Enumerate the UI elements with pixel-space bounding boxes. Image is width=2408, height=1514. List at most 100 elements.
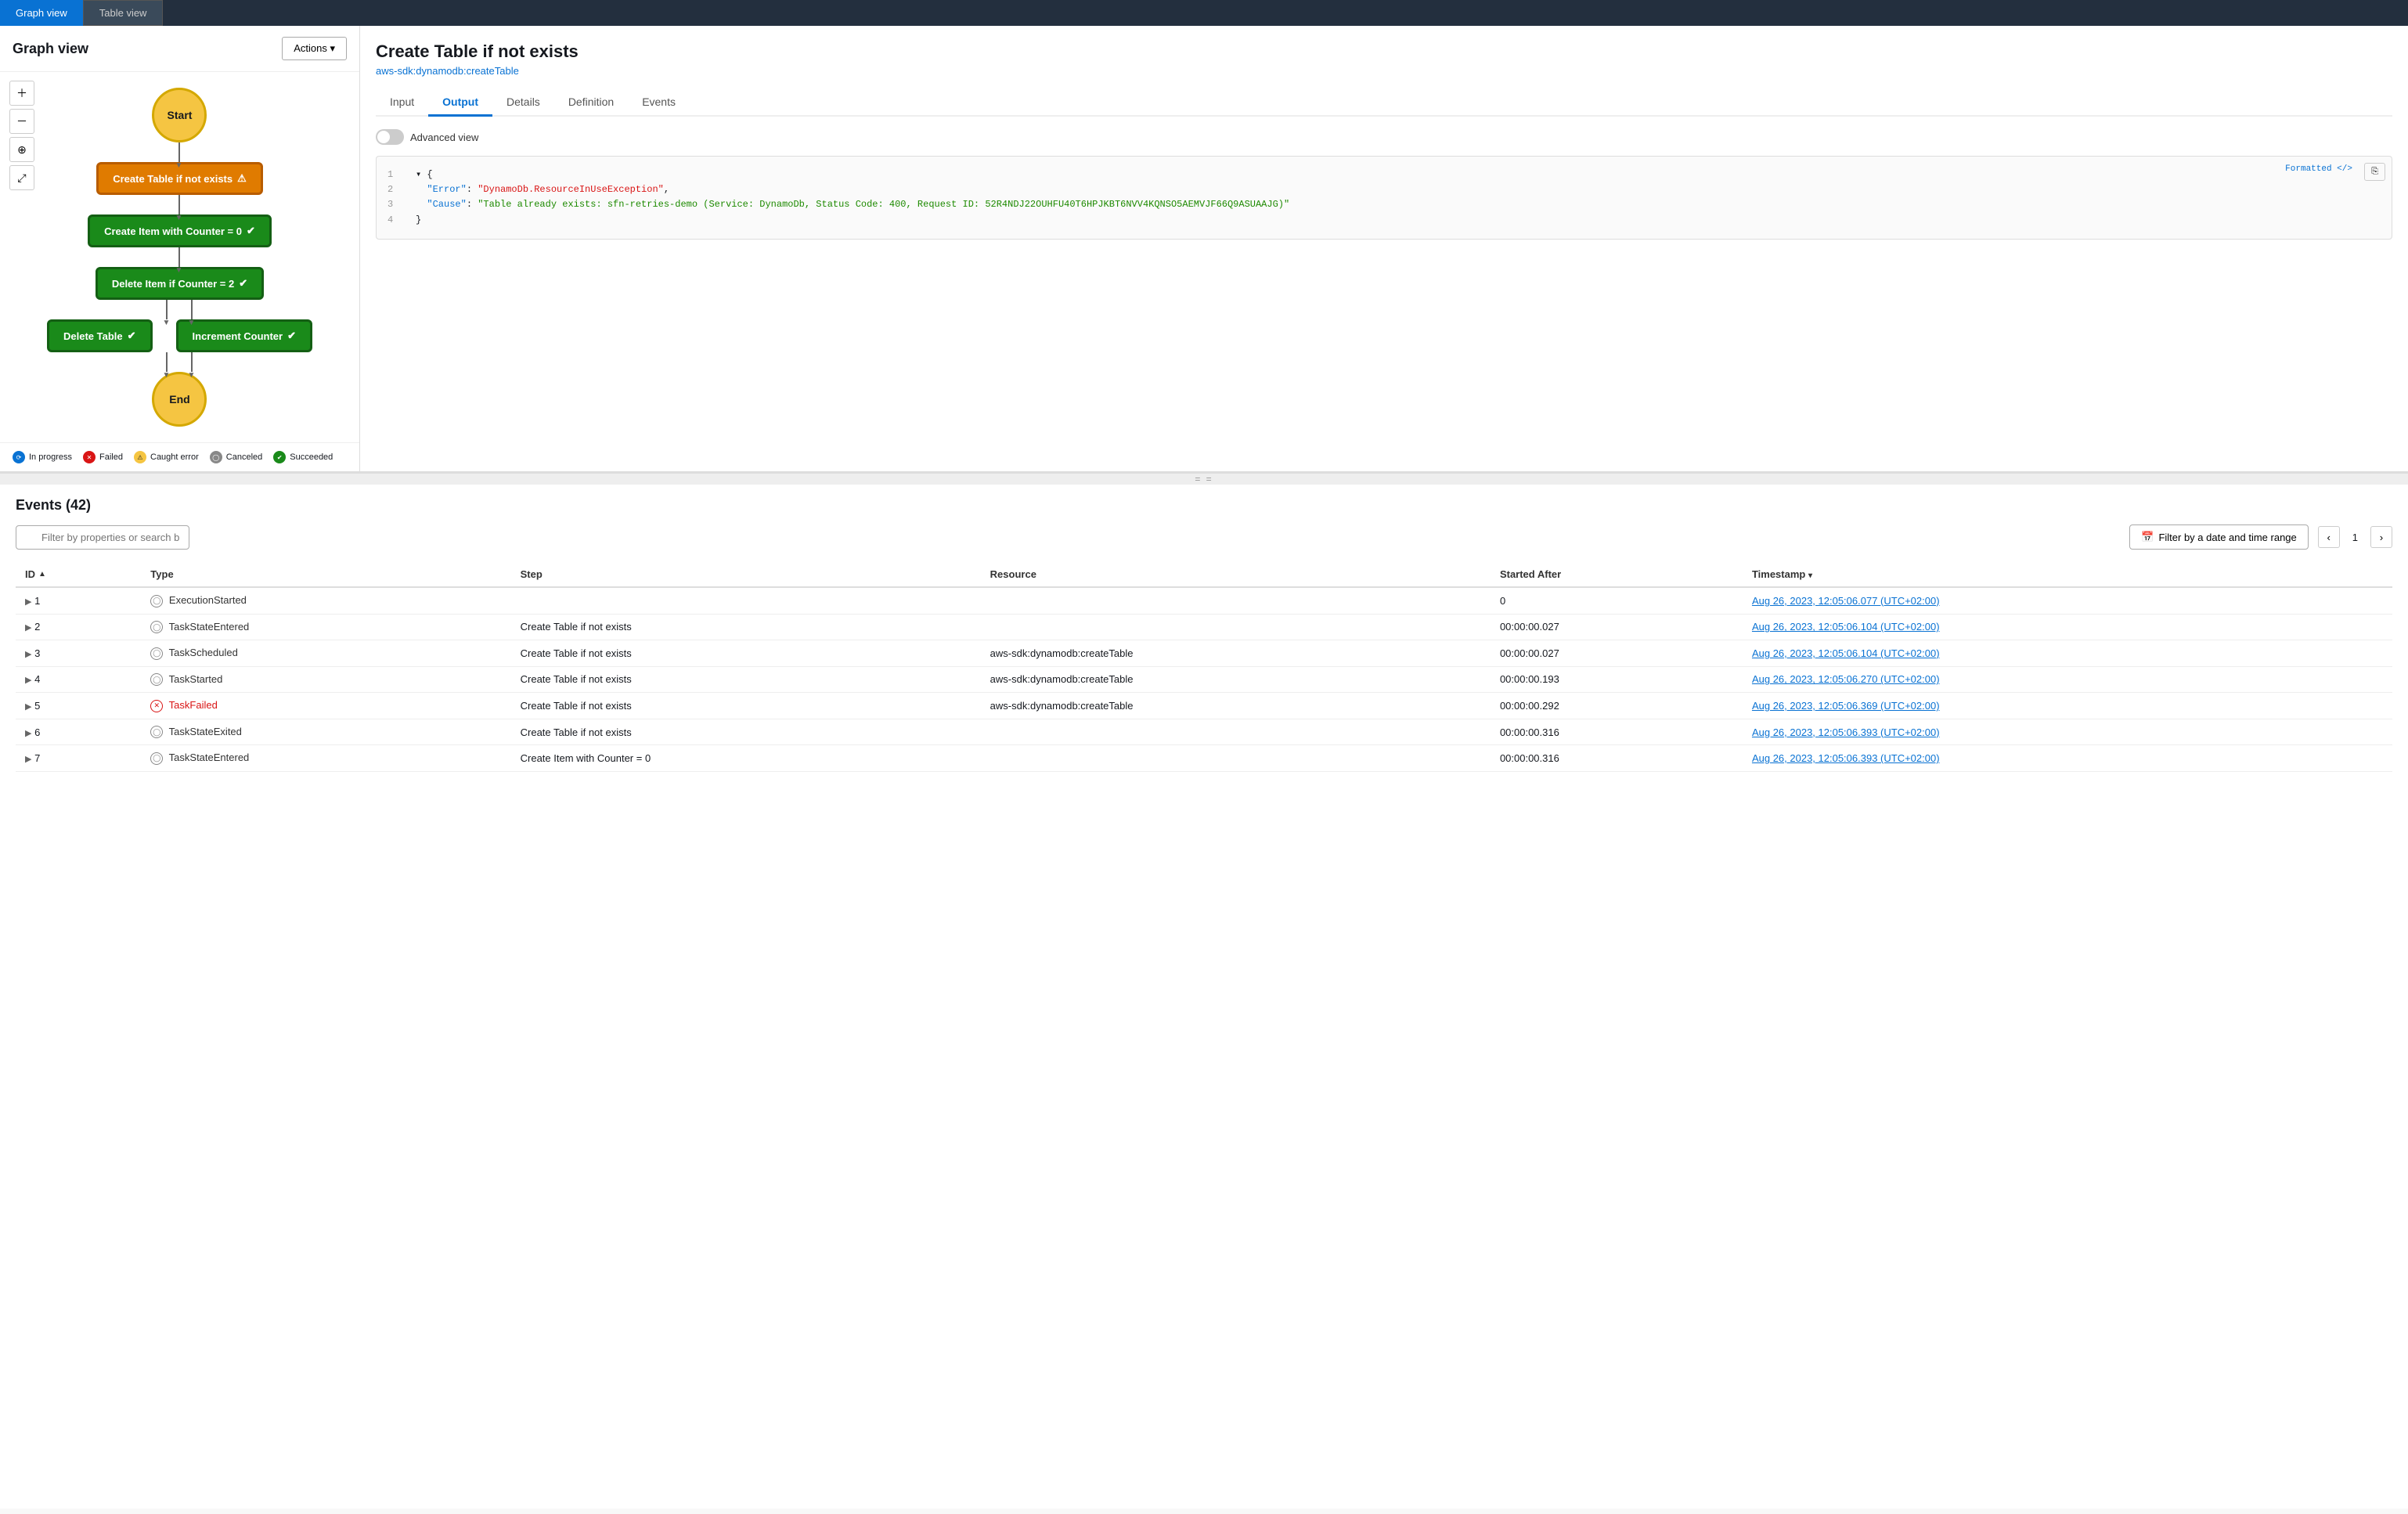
expand-row-button[interactable]: ▶ bbox=[25, 754, 31, 764]
expand-row-button[interactable]: ▶ bbox=[25, 649, 31, 659]
code-line-3: 3 "Cause" : "Table already exists: sfn-r… bbox=[388, 197, 2381, 212]
cell-id: ▶ 2 bbox=[16, 614, 141, 640]
node-delete-table[interactable]: Delete Table ✔ bbox=[47, 319, 153, 352]
fit-button[interactable]: ⤢ bbox=[9, 165, 34, 190]
timestamp-link[interactable]: Aug 26, 2023, 12:05:06.104 (UTC+02:00) bbox=[1752, 621, 1940, 633]
detail-subtitle: aws-sdk:dynamodb:createTable bbox=[376, 65, 2392, 77]
check-icon-create-item: ✔ bbox=[247, 225, 255, 237]
col-started-after: Started After bbox=[1491, 562, 1743, 587]
detail-panel: Create Table if not exists aws-sdk:dynam… bbox=[360, 26, 2408, 471]
arrow-converge-left bbox=[166, 352, 168, 372]
arrow-branch-right bbox=[191, 300, 193, 319]
legend-succeeded-icon: ✔ bbox=[273, 451, 286, 463]
normal-type-icon: ◯ bbox=[150, 647, 163, 660]
normal-type-icon: ◯ bbox=[150, 752, 163, 765]
table-row: ▶ 2 ◯ TaskStateEntered Create Table if n… bbox=[16, 614, 2392, 640]
timestamp-link[interactable]: Aug 26, 2023, 12:05:06.369 (UTC+02:00) bbox=[1752, 700, 1940, 712]
legend-succeeded: ✔ Succeeded bbox=[273, 451, 333, 463]
main-container: Graph view Actions ▾ ＋ － ⊕ ⤢ bbox=[0, 26, 2408, 1509]
formatted-button[interactable]: Formatted </> bbox=[2285, 163, 2352, 177]
cell-type: ◯ TaskStateExited bbox=[141, 719, 510, 745]
expand-row-button[interactable]: ▶ bbox=[25, 675, 31, 685]
zoom-out-button[interactable]: － bbox=[9, 109, 34, 134]
advanced-view-toggle[interactable] bbox=[376, 129, 404, 145]
col-timestamp[interactable]: Timestamp ▾ bbox=[1743, 562, 2392, 587]
check-icon-delete-item: ✔ bbox=[239, 277, 247, 290]
zoom-in-button[interactable]: ＋ bbox=[9, 81, 34, 106]
expand-row-button[interactable]: ▶ bbox=[25, 701, 31, 712]
graph-header: Graph view Actions ▾ bbox=[0, 26, 359, 72]
node-start[interactable]: Start bbox=[152, 88, 207, 142]
graph-flow: Start Create Table if not exists ⚠ Creat… bbox=[47, 88, 312, 427]
search-wrapper: 🔍 bbox=[16, 525, 2120, 550]
cell-timestamp: Aug 26, 2023, 12:05:06.077 (UTC+02:00) bbox=[1743, 587, 2392, 614]
timestamp-link[interactable]: Aug 26, 2023, 12:05:06.077 (UTC+02:00) bbox=[1752, 595, 1940, 607]
date-filter-button[interactable]: 📅 Filter by a date and time range bbox=[2129, 524, 2309, 550]
col-step: Step bbox=[511, 562, 981, 587]
cell-step: Create Table if not exists bbox=[511, 640, 981, 667]
actions-button[interactable]: Actions ▾ bbox=[282, 37, 347, 60]
cell-resource: aws-sdk:dynamodb:createTable bbox=[981, 640, 1491, 667]
col-id[interactable]: ID ▲ bbox=[16, 562, 141, 587]
cell-started-after: 00:00:00.193 bbox=[1491, 666, 1743, 693]
cell-step: Create Table if not exists bbox=[511, 614, 981, 640]
copy-button[interactable]: ⎘ bbox=[2364, 163, 2385, 181]
center-button[interactable]: ⊕ bbox=[9, 137, 34, 162]
check-icon-increment: ✔ bbox=[287, 330, 296, 342]
table-row: ▶ 4 ◯ TaskStarted Create Table if not ex… bbox=[16, 666, 2392, 693]
prev-page-button[interactable]: ‹ bbox=[2318, 526, 2340, 548]
graph-canvas: Start Create Table if not exists ⚠ Creat… bbox=[0, 72, 359, 442]
normal-type-icon: ◯ bbox=[150, 595, 163, 607]
cell-type: ◯ TaskStarted bbox=[141, 666, 510, 693]
legend-canceled: ◯ Canceled bbox=[210, 451, 262, 463]
resize-divider[interactable]: = = bbox=[0, 474, 2408, 485]
cell-resource bbox=[981, 745, 1491, 772]
next-page-button[interactable]: › bbox=[2370, 526, 2392, 548]
timestamp-link[interactable]: Aug 26, 2023, 12:05:06.270 (UTC+02:00) bbox=[1752, 673, 1940, 685]
cell-timestamp: Aug 26, 2023, 12:05:06.393 (UTC+02:00) bbox=[1743, 719, 2392, 745]
cell-started-after: 00:00:00.316 bbox=[1491, 719, 1743, 745]
expand-row-button[interactable]: ▶ bbox=[25, 622, 31, 633]
code-block: ⎘ Formatted </> 1 ▾ { 2 "Error" : "Dynam… bbox=[376, 156, 2392, 240]
timestamp-link[interactable]: Aug 26, 2023, 12:05:06.393 (UTC+02:00) bbox=[1752, 752, 1940, 764]
tab-details[interactable]: Details bbox=[492, 89, 554, 117]
node-increment-counter[interactable]: Increment Counter ✔ bbox=[176, 319, 312, 352]
timestamp-link[interactable]: Aug 26, 2023, 12:05:06.393 (UTC+02:00) bbox=[1752, 726, 1940, 738]
sort-arrow-id: ▲ bbox=[38, 570, 46, 579]
cell-timestamp: Aug 26, 2023, 12:05:06.270 (UTC+02:00) bbox=[1743, 666, 2392, 693]
events-header: Events (42) bbox=[16, 497, 2392, 514]
cell-resource: aws-sdk:dynamodb:createTable bbox=[981, 693, 1491, 719]
events-filters: 🔍 📅 Filter by a date and time range ‹ 1 … bbox=[16, 524, 2392, 550]
node-end[interactable]: End bbox=[152, 372, 207, 427]
table-row: ▶ 7 ◯ TaskStateEntered Create Item with … bbox=[16, 745, 2392, 772]
timestamp-link[interactable]: Aug 26, 2023, 12:05:06.104 (UTC+02:00) bbox=[1752, 647, 1940, 659]
cell-timestamp: Aug 26, 2023, 12:05:06.393 (UTC+02:00) bbox=[1743, 745, 2392, 772]
tab-events[interactable]: Events bbox=[628, 89, 690, 117]
expand-row-button[interactable]: ▶ bbox=[25, 728, 31, 738]
cell-step: Create Table if not exists bbox=[511, 693, 981, 719]
zoom-in-icon: ＋ bbox=[16, 85, 27, 101]
detail-tabs: Input Output Details Definition Events bbox=[376, 89, 2392, 117]
cell-id: ▶ 4 bbox=[16, 666, 141, 693]
tab-graph-view[interactable]: Graph view bbox=[0, 0, 83, 26]
cell-step: Create Item with Counter = 0 bbox=[511, 745, 981, 772]
cell-started-after: 00:00:00.027 bbox=[1491, 614, 1743, 640]
legend-canceled-icon: ◯ bbox=[210, 451, 222, 463]
table-row: ▶ 6 ◯ TaskStateExited Create Table if no… bbox=[16, 719, 2392, 745]
search-input[interactable] bbox=[16, 525, 189, 550]
code-line-4: 4 } bbox=[388, 213, 2381, 228]
cell-id: ▶ 1 bbox=[16, 587, 141, 614]
cell-started-after: 00:00:00.316 bbox=[1491, 745, 1743, 772]
legend-failed-icon: ✕ bbox=[83, 451, 96, 463]
graph-legend: ⟳ In progress ✕ Failed ⚠ Caught error ◯ … bbox=[0, 442, 359, 471]
legend-in-progress: ⟳ In progress bbox=[13, 451, 72, 463]
table-row: ▶ 1 ◯ ExecutionStarted 0 Aug 26, 2023, 1… bbox=[16, 587, 2392, 614]
tab-table-view[interactable]: Table view bbox=[83, 0, 164, 26]
cell-type: ✕ TaskFailed bbox=[141, 693, 510, 719]
events-table-body: ▶ 1 ◯ ExecutionStarted 0 Aug 26, 2023, 1… bbox=[16, 587, 2392, 771]
tab-output[interactable]: Output bbox=[428, 89, 492, 117]
expand-row-button[interactable]: ▶ bbox=[25, 597, 31, 607]
warning-icon: ⚠ bbox=[237, 172, 247, 185]
tab-definition[interactable]: Definition bbox=[554, 89, 628, 117]
tab-input[interactable]: Input bbox=[376, 89, 428, 117]
